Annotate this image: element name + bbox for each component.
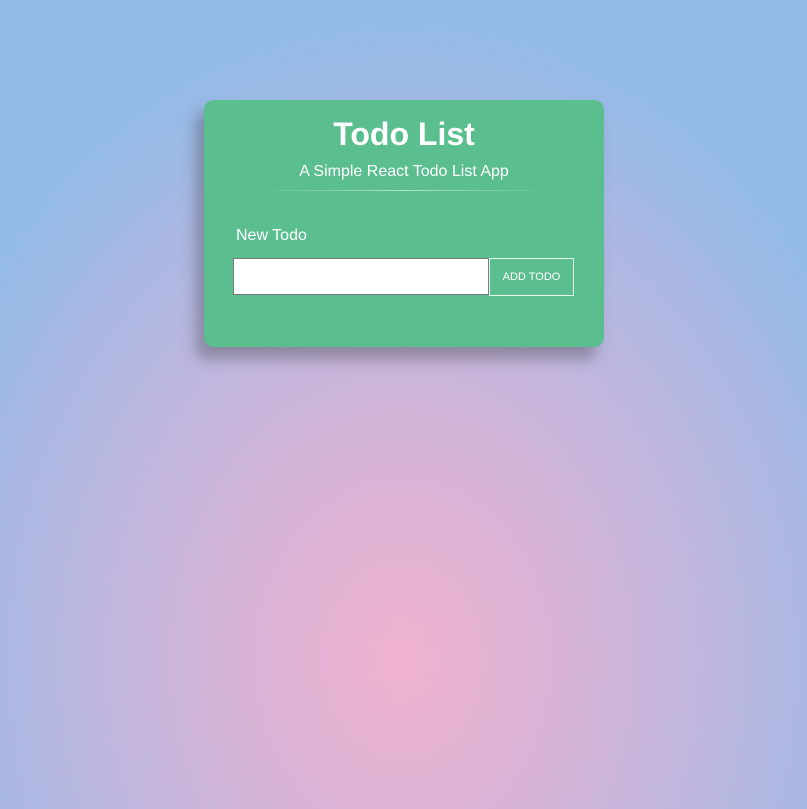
page-subtitle: A Simple React Todo List App	[299, 163, 509, 180]
new-todo-input[interactable]	[233, 258, 489, 295]
page-title: Todo List	[333, 116, 475, 152]
add-todo-button[interactable]: ADD TODO	[489, 258, 574, 296]
todo-card: Todo List A Simple React Todo List App N…	[204, 100, 604, 347]
header-divider	[254, 190, 554, 191]
new-todo-label: New Todo	[236, 227, 307, 244]
